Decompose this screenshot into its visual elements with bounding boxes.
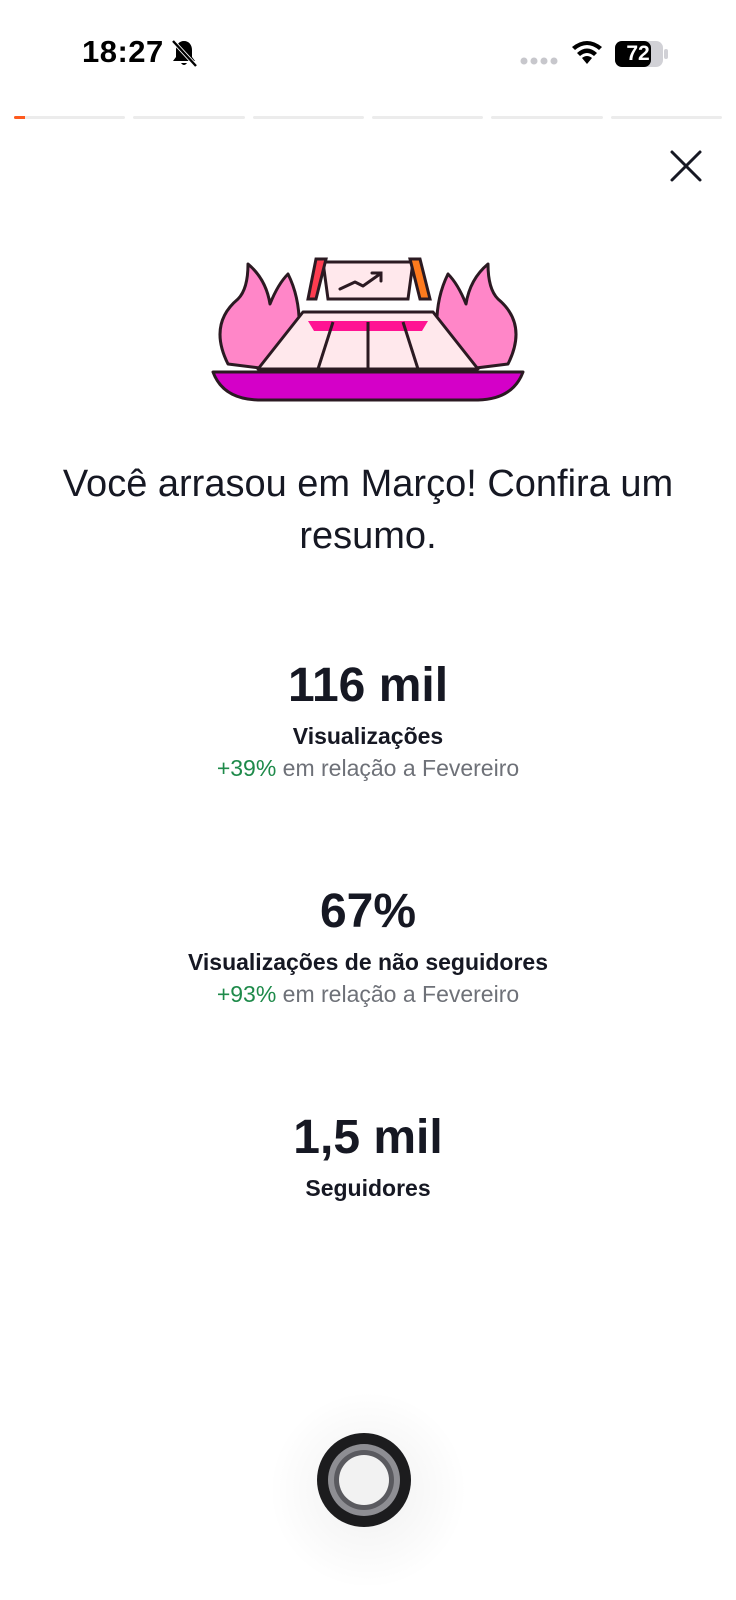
monthly-summary-screen: 18:27 72 Você arrasou em Março! Confira …: [0, 0, 736, 1600]
progress-segment: [252, 116, 364, 119]
close-button[interactable]: [664, 144, 708, 188]
close-icon: [670, 150, 702, 182]
stat-label: Visualizações: [292, 723, 444, 749]
stat-label: Seguidores: [305, 1175, 431, 1201]
status-time: 18:27: [82, 34, 164, 69]
progress-segment: [371, 116, 484, 119]
signal-dots-icon: [520, 57, 558, 65]
progress-segment: [14, 116, 126, 119]
progress-segment: [610, 116, 722, 119]
progress-segment-fill: [14, 116, 26, 119]
progress-segment: [133, 116, 245, 119]
stat-value: 67%: [319, 885, 417, 938]
status-bar: 18:27 72: [0, 0, 736, 108]
stat-change-percent: +93%: [216, 981, 277, 1007]
stat-non-follower-views: 67% Visualizações de não seguidores +93%…: [0, 882, 736, 1010]
wifi-icon: [572, 41, 602, 64]
summary-headline: Você arrasou em Março! Confira um resumo…: [62, 463, 674, 557]
stat-value: 116 mil: [287, 659, 449, 712]
stat-change-text: em relação a Fevereiro: [276, 755, 520, 781]
stat-views: 116 mil Visualizações +39% em relação a …: [0, 656, 736, 784]
stat-followers: 1,5 mil Seguidores: [0, 1108, 736, 1204]
progress-segment: [491, 116, 603, 119]
stat-value: 1,5 mil: [293, 1111, 443, 1164]
record-circle-icon[interactable]: [316, 1432, 412, 1528]
stat-label: Visualizações de não seguidores: [187, 949, 549, 975]
stat-change: +93% em relação a Fevereiro: [0, 978, 736, 1010]
stat-change-text: em relação a Fevereiro: [276, 981, 520, 1007]
stadium-fire-chart-illustration: [211, 257, 525, 402]
battery-level: 72: [626, 42, 650, 65]
stat-change: +39% em relação a Fevereiro: [0, 752, 736, 784]
stat-change-percent: +39%: [216, 755, 277, 781]
bell-muted-icon: [171, 39, 198, 68]
story-progress-bar: [14, 116, 722, 120]
